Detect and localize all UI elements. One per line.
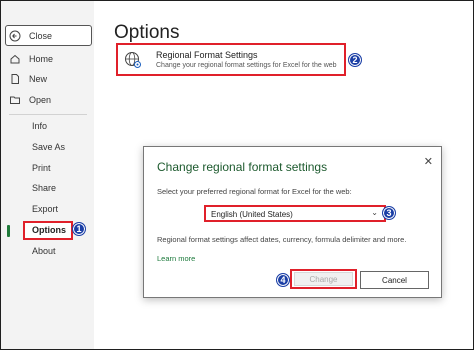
region-select-value: English (United States) [211,209,293,219]
globe-settings-icon [124,51,142,69]
learn-more-link[interactable]: Learn more [157,254,195,263]
regional-format-subtitle: Change your regional format settings for… [156,62,337,69]
step-badge-3: 3 [382,206,396,220]
sidebar-item-label: Home [29,54,54,64]
sidebar-item-save-as[interactable]: Save As [32,142,65,152]
sidebar-divider [9,114,87,115]
change-button-highlight: Change [290,269,357,289]
chevron-down-icon: ⌄ [371,208,378,217]
new-file-icon [9,73,21,85]
close-item[interactable]: Close [9,30,52,42]
dialog-prompt: Select your preferred regional format fo… [157,187,352,196]
dialog-info-text: Regional format settings affect dates, c… [157,235,407,244]
region-select-highlight: English (United States) ⌄ [204,205,386,222]
sidebar-item-export[interactable]: Export [32,204,58,214]
region-select[interactable]: English (United States) ⌄ [208,208,382,220]
sidebar-item-label: Options [32,225,66,235]
sidebar-item-print[interactable]: Print [32,163,51,173]
regional-format-dialog: Change regional format settings ✕ Select… [143,146,442,298]
cancel-button[interactable]: Cancel [360,271,429,289]
regional-format-title: Regional Format Settings [156,50,258,60]
sidebar-item-label: Share [32,183,57,193]
sidebar-item-new[interactable]: New [9,73,47,85]
sidebar-item-label: Save As [32,142,66,152]
home-icon [9,53,21,65]
back-arrow-icon [9,30,21,42]
sidebar-item-label: About [32,246,56,256]
folder-open-icon [9,94,21,106]
sidebar-item-info[interactable]: Info [32,121,47,131]
sidebar-item-label: Info [32,121,48,131]
step-badge-4: 4 [276,273,290,287]
step-badge-2: 2 [348,53,362,67]
sidebar-item-options[interactable]: Options [32,225,66,235]
sidebar-item-share[interactable]: Share [32,183,56,193]
sidebar-item-about[interactable]: About [32,246,56,256]
dialog-title: Change regional format settings [157,160,328,174]
close-label: Close [29,31,53,41]
sidebar: Close Home New Open Info Save As Print S… [1,1,94,349]
step-badge-1: 1 [72,222,86,236]
sidebar-item-open[interactable]: Open [9,94,51,106]
sidebar-item-label: Open [29,95,52,105]
page-title: Options [114,22,180,43]
sidebar-item-label: New [29,74,48,84]
close-icon[interactable]: ✕ [424,155,433,168]
active-indicator [7,225,10,237]
sidebar-item-label: Export [32,204,59,214]
regional-format-settings-button[interactable]: Regional Format Settings Change your reg… [116,43,346,76]
sidebar-item-label: Print [32,163,51,173]
change-button[interactable]: Change [294,272,353,286]
sidebar-item-home[interactable]: Home [9,53,53,65]
